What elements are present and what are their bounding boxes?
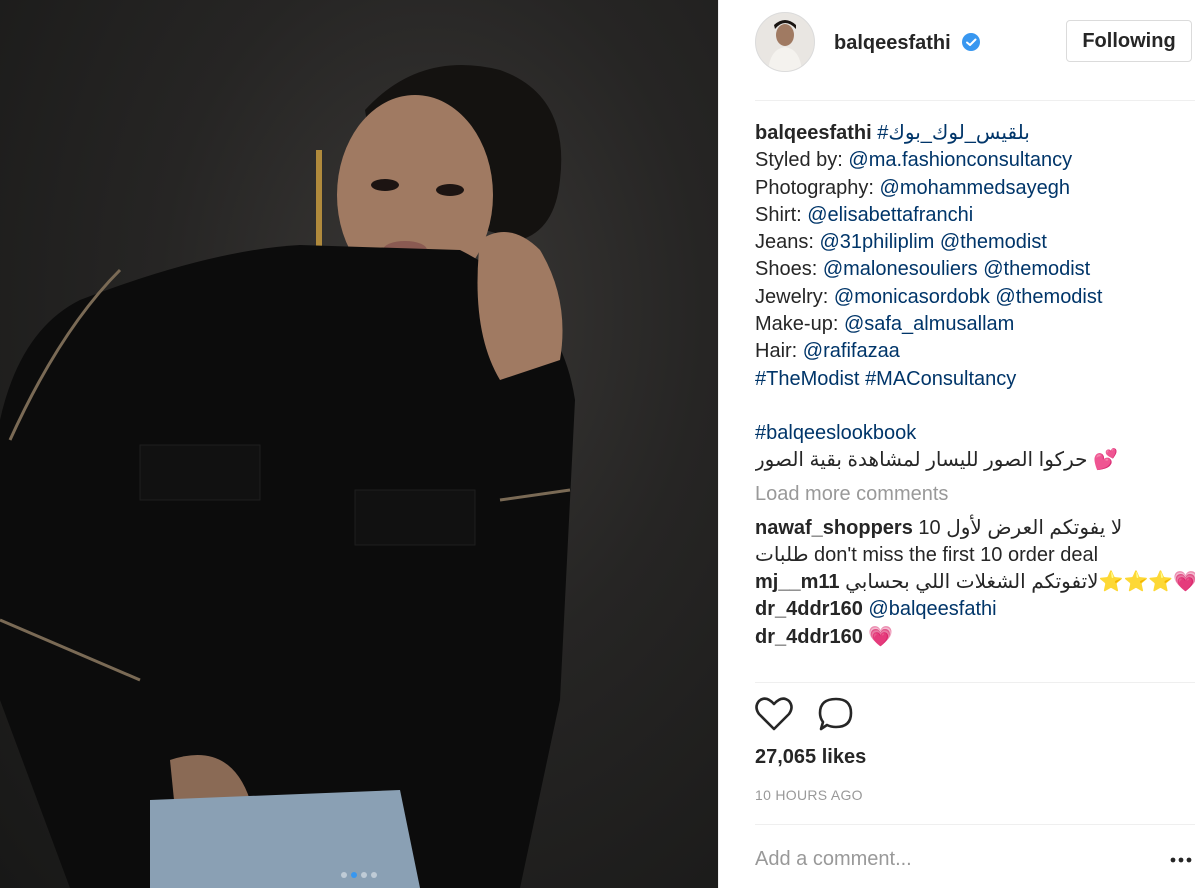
- heart-emoji-icon: 💗: [868, 625, 894, 648]
- comment-username[interactable]: dr_4ddr160: [755, 598, 863, 620]
- carousel-dot-active[interactable]: [351, 872, 357, 878]
- add-comment-input[interactable]: [755, 846, 1135, 872]
- comment-text: طلبات don't miss the first 10 order deal: [755, 543, 1099, 566]
- carousel-dot[interactable]: [371, 872, 377, 878]
- credit-handle[interactable]: @themodist: [983, 258, 1090, 280]
- credit-label: Jeans:: [755, 231, 814, 254]
- credit-label: Shoes:: [755, 258, 818, 281]
- load-more-comments-button[interactable]: Load more comments: [755, 477, 1195, 511]
- hashtags-line: #TheModist #MAConsultancy: [755, 366, 1195, 393]
- caption-author[interactable]: balqeesfathi: [755, 122, 872, 144]
- comment-mention[interactable]: @balqeesfathi: [868, 598, 996, 620]
- credit-handle[interactable]: @monicasordobk: [834, 286, 990, 308]
- credit-line: Styled by: @ma.fashionconsultancy: [755, 147, 1195, 174]
- post-sidebar: balqeesfathi Following balqeesfathi #بلق…: [718, 0, 1200, 888]
- username-link[interactable]: balqeesfathi: [834, 32, 951, 55]
- credit-handle[interactable]: @themodist: [940, 231, 1047, 253]
- heart-outline-icon[interactable]: [755, 696, 793, 737]
- comment-item: dr_4ddr160 @balqeesfathi: [755, 596, 1195, 623]
- avatar[interactable]: [755, 12, 815, 72]
- hashtag-link[interactable]: #balqeeslookbook: [755, 422, 916, 444]
- credit-line: Photography: @mohammedsayegh: [755, 175, 1195, 202]
- credit-label: Jewelry:: [755, 285, 829, 308]
- divider: [755, 824, 1195, 825]
- comment-text: لاتفوتكم الشغلات اللي بحسابي: [845, 571, 1099, 594]
- comment-text: 10 لا يفوتكم العرض لأول: [918, 516, 1123, 539]
- divider: [755, 100, 1195, 101]
- credit-label: Photography:: [755, 176, 874, 199]
- caption-hashtag[interactable]: #بلقيس_لوك_بوك: [877, 122, 1030, 144]
- credit-label: Hair:: [755, 340, 798, 363]
- comment-item: dr_4ddr160 💗: [755, 624, 1195, 651]
- heart-emoji-icon: 💕: [1093, 449, 1118, 472]
- comment-username[interactable]: nawaf_shoppers: [755, 517, 913, 539]
- credit-handle[interactable]: @malonesouliers: [823, 258, 978, 280]
- hashtag-link[interactable]: #TheModist: [755, 368, 860, 390]
- comment-username[interactable]: mj__m11: [755, 571, 840, 593]
- carousel-dot[interactable]: [341, 872, 347, 878]
- hashtag-link[interactable]: #MAConsultancy: [865, 368, 1016, 390]
- carousel-indicator: [0, 872, 718, 878]
- credit-line: Make-up: @safa_almusallam: [755, 311, 1195, 338]
- lookbook-line: #balqeeslookbook: [755, 420, 1195, 447]
- credit-handle[interactable]: @rafifazaa: [803, 340, 900, 362]
- post-timestamp[interactable]: 10 HOURS AGO: [755, 787, 863, 803]
- likes-count[interactable]: 27,065 likes: [755, 746, 866, 769]
- credit-line: Jewelry: @monicasordobk @themodist: [755, 284, 1195, 311]
- credit-handle[interactable]: @ma.fashionconsultancy: [848, 149, 1072, 171]
- ellipsis-icon[interactable]: [1169, 850, 1193, 870]
- credit-handle[interactable]: @safa_almusallam: [844, 313, 1014, 335]
- credit-handle[interactable]: @31philiplim: [820, 231, 935, 253]
- comment-item: nawaf_shoppers 10 لا يفوتكم العرض لأول: [755, 515, 1195, 542]
- credit-label: Styled by:: [755, 149, 843, 172]
- following-button[interactable]: Following: [1066, 20, 1192, 62]
- portrait-illustration: [0, 65, 575, 888]
- comment-item: mj__m11 لاتفوتكم الشغلات اللي بحسابي⭐⭐⭐💗: [755, 569, 1195, 596]
- carousel-dot[interactable]: [361, 872, 367, 878]
- comments-list: balqeesfathi #بلقيس_لوك_بوك Styled by: @…: [755, 120, 1195, 684]
- credit-label: Make-up:: [755, 313, 839, 336]
- speech-bubble-icon[interactable]: [817, 696, 855, 737]
- action-bar: [755, 696, 955, 736]
- credit-handle[interactable]: @mohammedsayegh: [880, 177, 1070, 199]
- comment-username[interactable]: dr_4ddr160: [755, 626, 863, 648]
- star-emoji-icon: ⭐⭐⭐💗: [1098, 571, 1195, 594]
- credit-label: Shirt:: [755, 203, 802, 226]
- arabic-note-line: 💕 حركوا الصور لليسار لمشاهدة بقية الصور: [755, 447, 1118, 474]
- verified-badge-icon: [961, 32, 981, 52]
- credit-handle[interactable]: @themodist: [995, 286, 1102, 308]
- credit-line: Shoes: @malonesouliers @themodist: [755, 256, 1195, 283]
- credit-line: Jeans: @31philiplim @themodist: [755, 229, 1195, 256]
- divider: [755, 682, 1195, 683]
- credit-line: Hair: @rafifazaa: [755, 338, 1195, 365]
- credit-handle[interactable]: @elisabettafranchi: [807, 204, 973, 226]
- credit-line: Shirt: @elisabettafranchi: [755, 202, 1195, 229]
- caption-title-line: balqeesfathi #بلقيس_لوك_بوك: [755, 120, 1195, 147]
- comment-item-continued: طلبات don't miss the first 10 order deal: [755, 542, 1195, 569]
- post-header: balqeesfathi Following: [755, 12, 1195, 76]
- arabic-note: حركوا الصور لليسار لمشاهدة بقية الصور: [755, 449, 1088, 472]
- post-photo[interactable]: [0, 0, 718, 888]
